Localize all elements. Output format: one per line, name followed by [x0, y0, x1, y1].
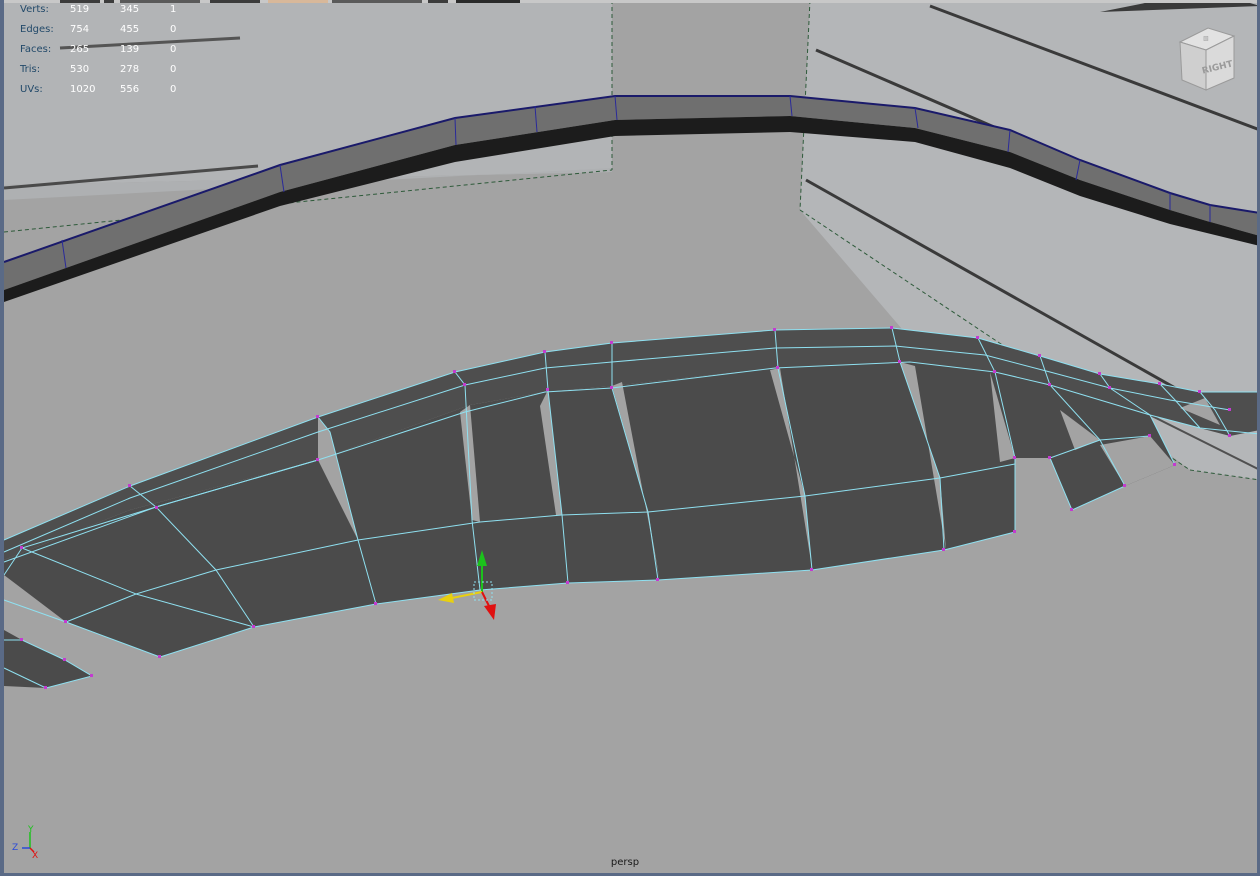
svg-text:▧: ▧ [1203, 35, 1209, 42]
camera-name-label: persp [610, 857, 640, 868]
axis-z-label: Z [12, 843, 18, 853]
axis-y-label: Y [27, 825, 34, 835]
selected-mesh-strip[interactable] [3, 326, 1260, 689]
scene-geometry [3, 0, 1260, 689]
viewport-border [0, 0, 4, 876]
view-cube-icon[interactable]: RIGHT ▧ [1172, 20, 1242, 92]
panel-toolbar-edge [0, 0, 1260, 3]
perspective-viewport[interactable]: Verts: 519 345 1 Edges: 754 455 0 Faces:… [0, 0, 1260, 876]
axis-triad-icon: Y Z X [12, 825, 38, 860]
axis-x-label: X [32, 851, 38, 860]
